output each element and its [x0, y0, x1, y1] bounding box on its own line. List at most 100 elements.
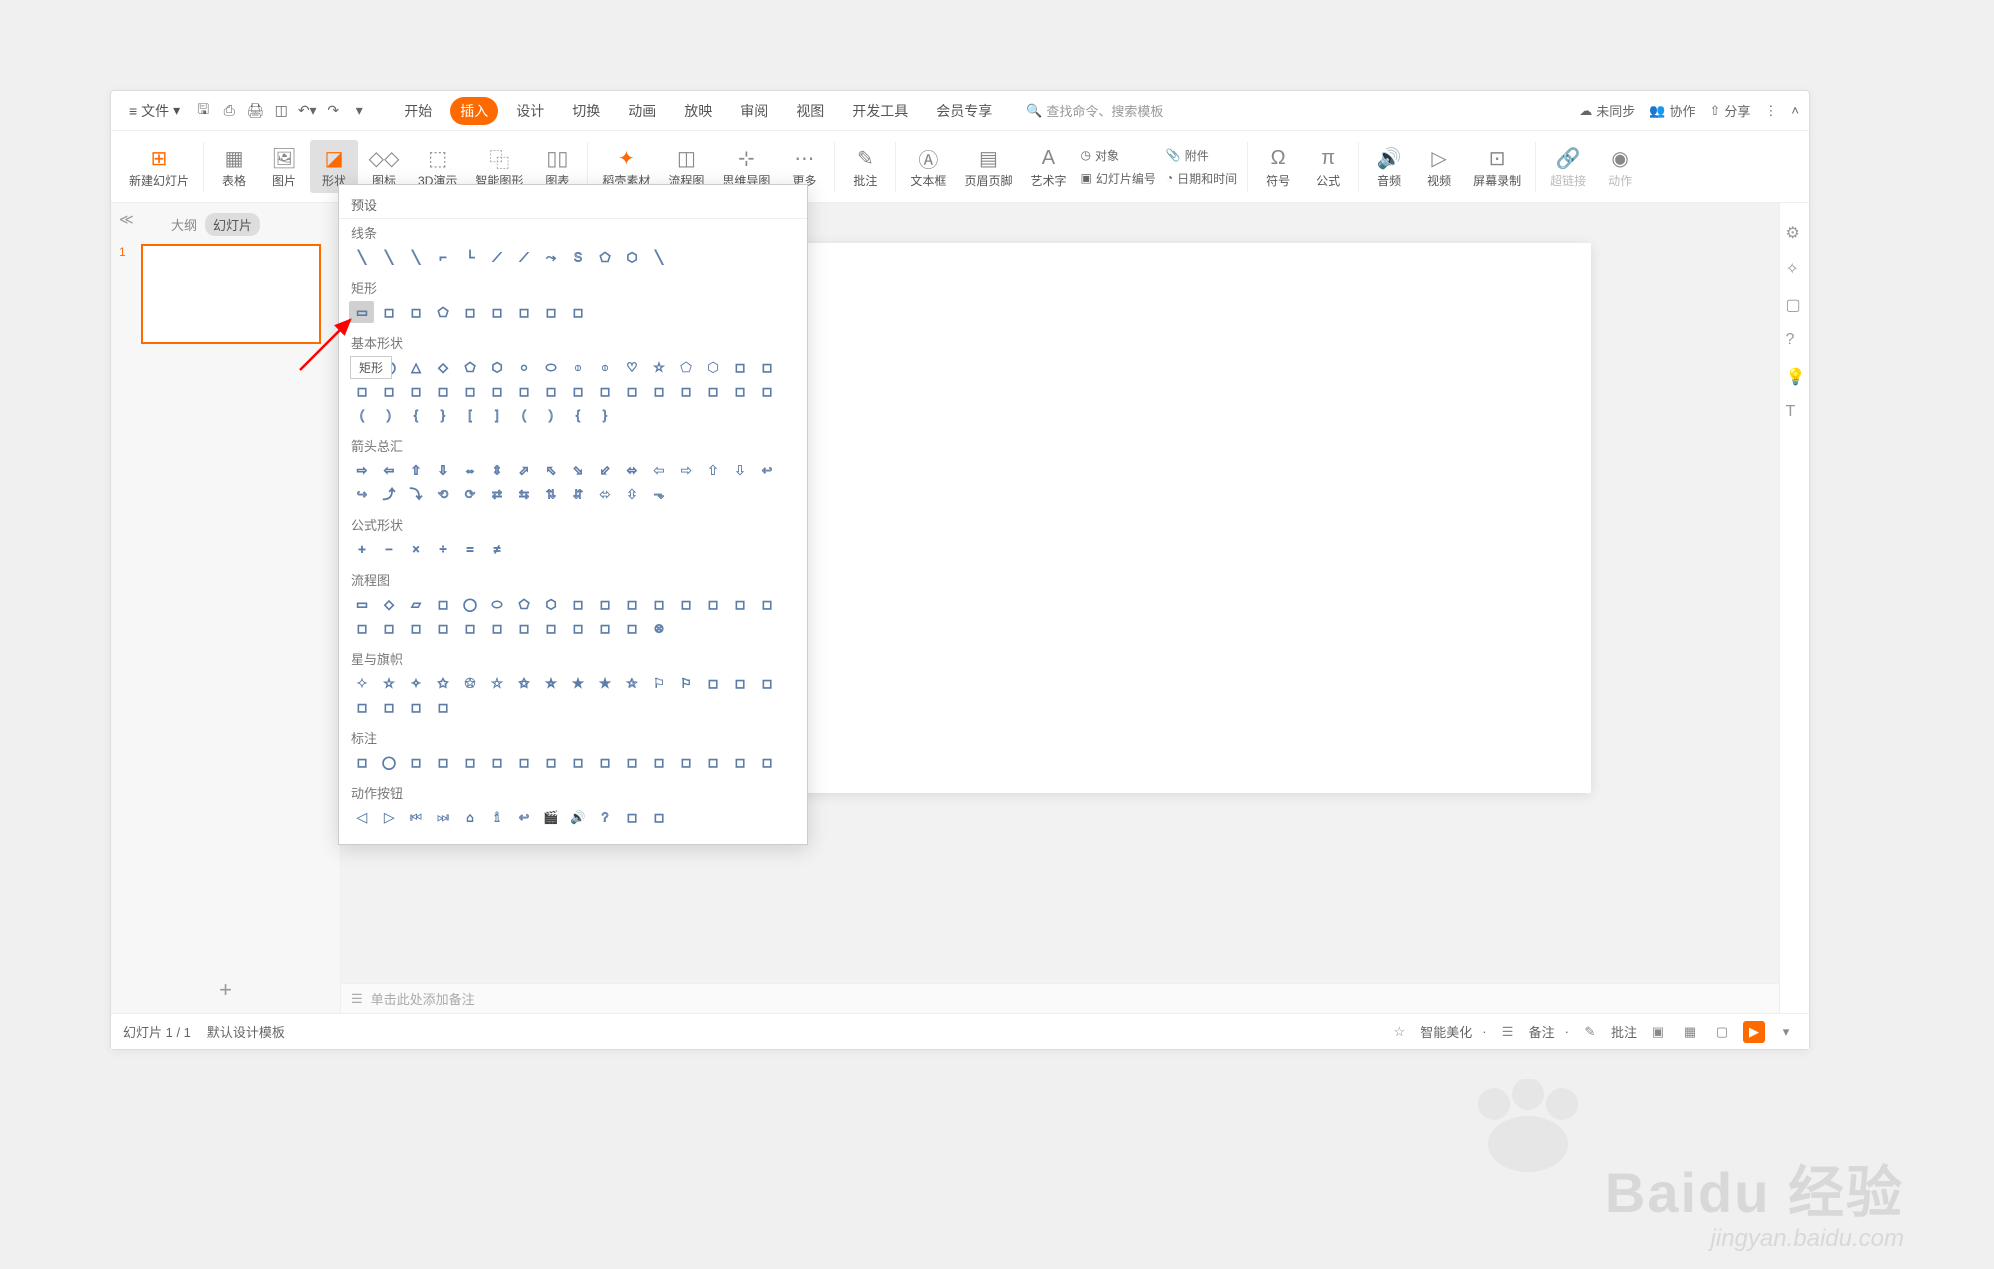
textbox-button[interactable]: Ⓐ 文本框	[902, 140, 954, 193]
shape-arrows-21[interactable]: ⇄	[484, 483, 509, 505]
hyperlink-button[interactable]: 🔗 超链接	[1542, 140, 1594, 193]
shape-actions-11[interactable]: ◻	[646, 806, 671, 828]
shape-actions-3[interactable]: ⏭	[430, 806, 455, 828]
shape-equation-2[interactable]: ×	[403, 538, 428, 560]
shape-lines-0[interactable]: ╲	[349, 246, 374, 268]
shape-arrows-1[interactable]: ⇦	[376, 459, 401, 481]
screen-icon[interactable]: ▢	[1786, 295, 1804, 313]
shape-lines-8[interactable]: S	[565, 246, 590, 268]
shape-basic-37[interactable]: ]	[484, 404, 509, 426]
preview-icon[interactable]: ◫	[270, 100, 292, 122]
shape-lines-9[interactable]: ⬠	[592, 246, 617, 268]
shape-stars-5[interactable]: ✫	[484, 672, 509, 694]
comments-button[interactable]: ✎	[1579, 1021, 1601, 1043]
search-box[interactable]: 🔍 查找命令、搜索模板	[1026, 101, 1163, 120]
new-slide-button[interactable]: ⊞ 新建幻灯片	[121, 140, 197, 193]
shape-basic-38[interactable]: (	[511, 404, 536, 426]
share-button[interactable]: ⇧ 分享	[1709, 101, 1750, 120]
shape-arrows-24[interactable]: ⇵	[565, 483, 590, 505]
shape-lines-11[interactable]: ╲	[646, 246, 671, 268]
shape-stars-19[interactable]: ◻	[430, 696, 455, 718]
object-button[interactable]: ◷对象	[1076, 145, 1159, 166]
headerfooter-button[interactable]: ▤ 页眉页脚	[956, 140, 1020, 193]
shape-stars-17[interactable]: ◻	[376, 696, 401, 718]
shape-arrows-26[interactable]: ⬍	[619, 483, 644, 505]
shape-stars-6[interactable]: ✬	[511, 672, 536, 694]
symbol-button[interactable]: Ω 符号	[1254, 140, 1302, 193]
shape-basic-16[interactable]: ◻	[349, 380, 374, 402]
tab-member[interactable]: 会员专享	[926, 97, 1002, 125]
shape-rects-8[interactable]: ◻	[565, 301, 590, 323]
shape-basic-12[interactable]: ⬟	[673, 356, 698, 378]
shape-flowchart-5[interactable]: ⬭	[484, 593, 509, 615]
shape-basic-25[interactable]: ◻	[592, 380, 617, 402]
shape-equation-1[interactable]: −	[376, 538, 401, 560]
tab-review[interactable]: 审阅	[730, 97, 778, 125]
shape-basic-14[interactable]: ◻	[727, 356, 752, 378]
shape-rects-1[interactable]: ◻	[376, 301, 401, 323]
wordart-button[interactable]: A 艺术字	[1022, 140, 1074, 193]
shape-basic-41[interactable]: }	[592, 404, 617, 426]
shape-actions-2[interactable]: ⏮	[403, 806, 428, 828]
collapse-panel-icon[interactable]: ≪	[119, 211, 134, 228]
panel-tab-slides[interactable]: 幻灯片	[205, 213, 260, 236]
beautify-button[interactable]: ☆	[1388, 1021, 1410, 1043]
text-icon[interactable]: T	[1786, 403, 1804, 421]
shape-rects-7[interactable]: ◻	[538, 301, 563, 323]
tab-start[interactable]: 开始	[394, 97, 442, 125]
shape-actions-4[interactable]: ⌂	[457, 806, 482, 828]
shape-basic-24[interactable]: ◻	[565, 380, 590, 402]
shape-callouts-8[interactable]: ◻	[565, 751, 590, 773]
shape-equation-4[interactable]: =	[457, 538, 482, 560]
shape-callouts-13[interactable]: ◻	[700, 751, 725, 773]
bulb-icon[interactable]: 💡	[1786, 367, 1804, 385]
shape-stars-8[interactable]: ✮	[565, 672, 590, 694]
sparkle-icon[interactable]: ✧	[1786, 259, 1804, 277]
redo-icon[interactable]: ↷	[322, 100, 344, 122]
shape-stars-4[interactable]: ✪	[457, 672, 482, 694]
shape-flowchart-11[interactable]: ◻	[646, 593, 671, 615]
sorter-view-icon[interactable]: ▦	[1679, 1021, 1701, 1043]
print-icon[interactable]: 🖨	[244, 100, 266, 122]
shape-arrows-14[interactable]: ⬇	[727, 459, 752, 481]
shape-flowchart-12[interactable]: ◻	[673, 593, 698, 615]
shape-rects-4[interactable]: ◻	[457, 301, 482, 323]
shape-arrows-12[interactable]: ➡	[673, 459, 698, 481]
shape-equation-0[interactable]: +	[349, 538, 374, 560]
shape-basic-33[interactable]: )	[376, 404, 401, 426]
picture-button[interactable]: 🖼 图片	[260, 140, 308, 193]
shape-basic-22[interactable]: ◻	[511, 380, 536, 402]
shape-stars-12[interactable]: ⚐	[673, 672, 698, 694]
notes-bar[interactable]: ☰ 单击此处添加备注	[341, 983, 1809, 1013]
shape-equation-5[interactable]: ≠	[484, 538, 509, 560]
shape-arrows-19[interactable]: ⟲	[430, 483, 455, 505]
shape-basic-4[interactable]: ⬠	[457, 356, 482, 378]
shape-basic-35[interactable]: }	[430, 404, 455, 426]
shape-flowchart-1[interactable]: ◇	[376, 593, 401, 615]
slidenum-button[interactable]: ▣幻灯片编号	[1076, 168, 1159, 189]
shape-flowchart-22[interactable]: ◻	[511, 617, 536, 639]
shape-stars-3[interactable]: ✩	[430, 672, 455, 694]
attach-button[interactable]: 📎附件	[1162, 145, 1241, 166]
shape-basic-9[interactable]: ◑	[592, 356, 617, 378]
settings-icon[interactable]: ⚙	[1786, 223, 1804, 241]
beautify-label[interactable]: 智能美化	[1420, 1022, 1472, 1041]
shape-callouts-10[interactable]: ◻	[619, 751, 644, 773]
tab-transition[interactable]: 切换	[562, 97, 610, 125]
shape-arrows-27[interactable]: ⬎	[646, 483, 671, 505]
shape-basic-11[interactable]: ☆	[646, 356, 671, 378]
shape-arrows-25[interactable]: ⬌	[592, 483, 617, 505]
shape-stars-18[interactable]: ◻	[403, 696, 428, 718]
shape-arrows-22[interactable]: ⇆	[511, 483, 536, 505]
shape-basic-7[interactable]: ⬭	[538, 356, 563, 378]
reading-view-icon[interactable]: ▢	[1711, 1021, 1733, 1043]
shape-arrows-7[interactable]: ⬁	[538, 459, 563, 481]
shape-basic-40[interactable]: {	[565, 404, 590, 426]
shape-actions-6[interactable]: ↩	[511, 806, 536, 828]
shape-flowchart-9[interactable]: ◻	[592, 593, 617, 615]
shape-lines-3[interactable]: ⌐	[430, 246, 455, 268]
shape-callouts-14[interactable]: ◻	[727, 751, 752, 773]
shape-arrows-3[interactable]: ⇩	[430, 459, 455, 481]
notes-button[interactable]: ☰	[1497, 1021, 1519, 1043]
shape-basic-15[interactable]: ◻	[754, 356, 779, 378]
